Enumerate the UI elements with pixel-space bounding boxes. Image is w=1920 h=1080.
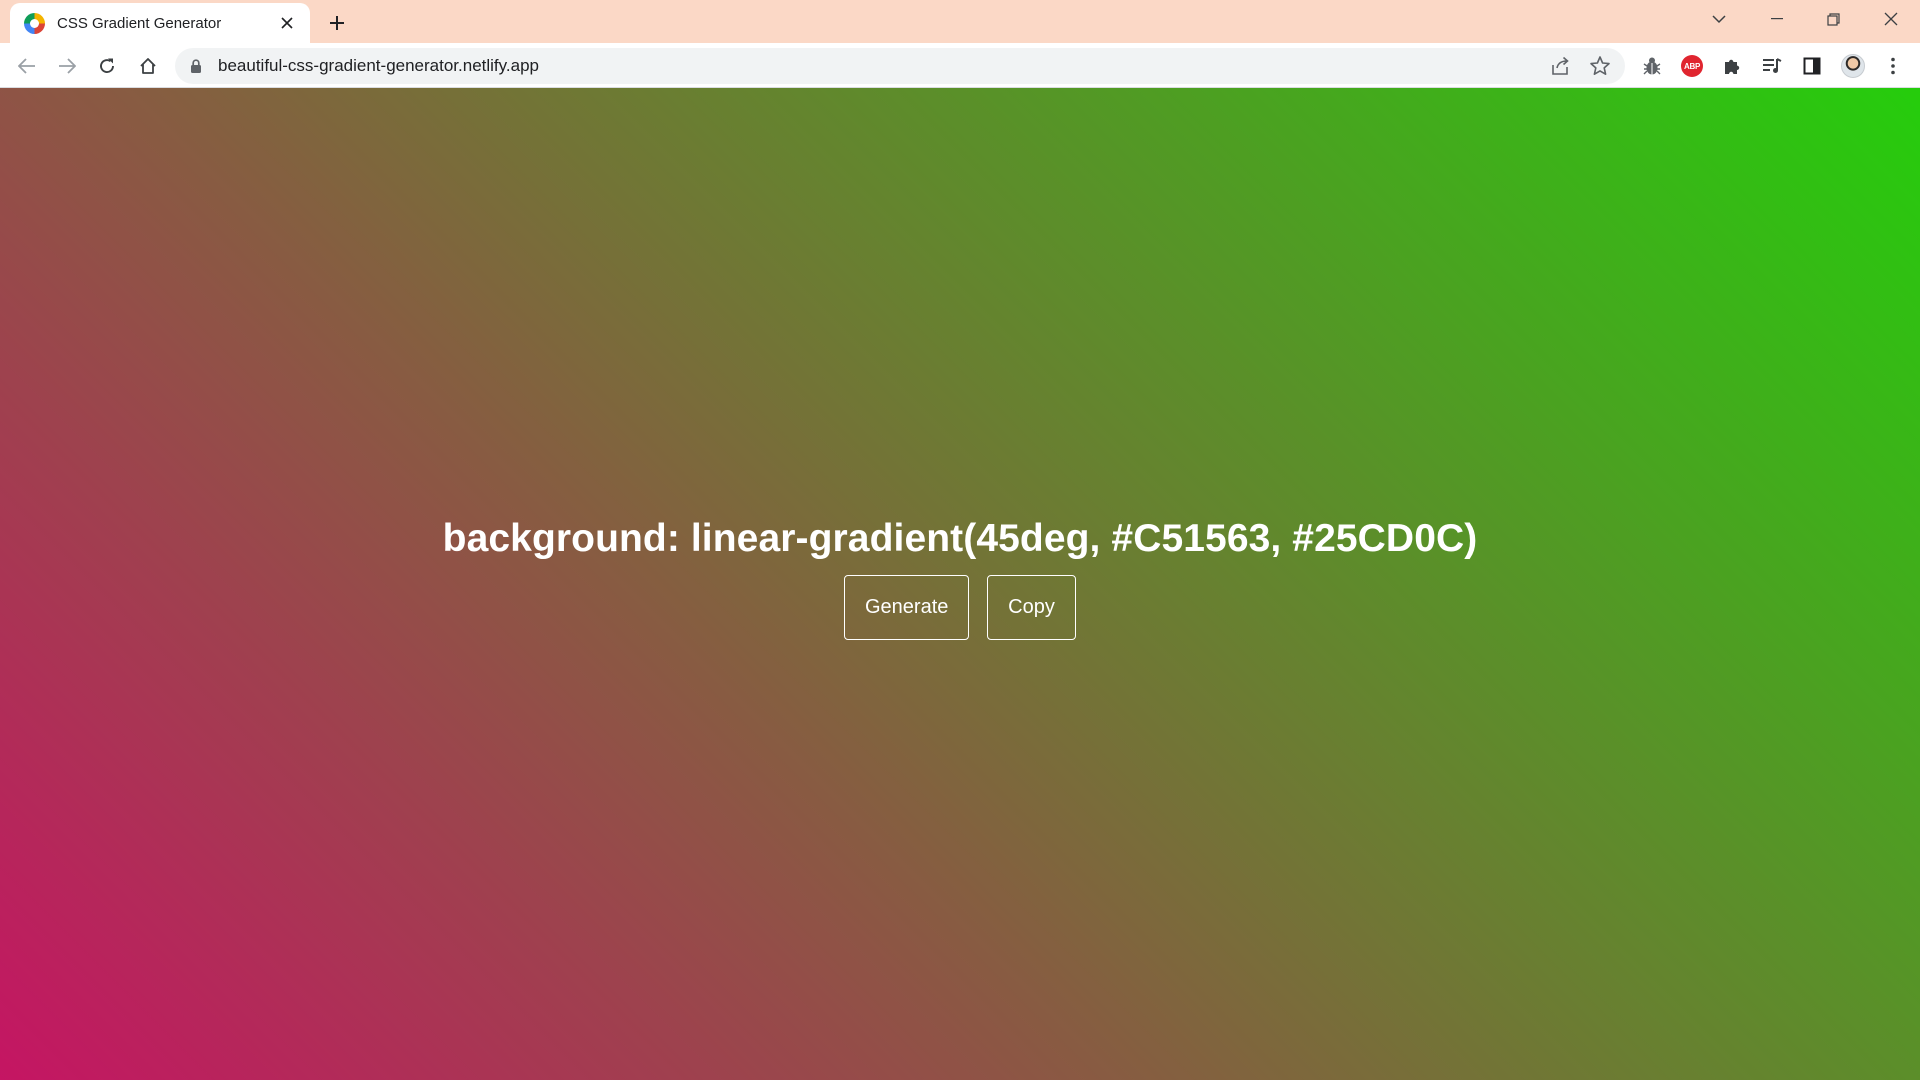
minimize-button[interactable]	[1750, 0, 1804, 38]
gradient-preview: background: linear-gradient(45deg, #C515…	[0, 88, 1920, 1080]
browser-toolbar: beautiful-css-gradient-generator.netlify…	[0, 43, 1920, 88]
more-menu-button[interactable]	[1876, 49, 1910, 83]
back-button[interactable]	[10, 49, 44, 83]
minimize-icon	[1771, 18, 1783, 20]
adblock-plus-icon: ABP	[1681, 55, 1703, 77]
url-text[interactable]: beautiful-css-gradient-generator.netlify…	[218, 48, 539, 84]
close-window-button[interactable]	[1864, 0, 1918, 38]
reading-list-button[interactable]	[1755, 49, 1789, 83]
back-icon	[18, 58, 35, 74]
bug-extension-button[interactable]	[1635, 49, 1669, 83]
extensions-button[interactable]	[1715, 49, 1749, 83]
reload-button[interactable]	[90, 49, 124, 83]
plus-icon	[330, 16, 344, 30]
reload-icon	[100, 58, 114, 73]
star-icon[interactable]	[1589, 55, 1611, 82]
copy-button[interactable]: Copy	[987, 574, 1076, 640]
browser-tab[interactable]: CSS Gradient Generator	[10, 3, 310, 43]
tab-strip: CSS Gradient Generator	[0, 0, 1920, 43]
forward-icon	[59, 58, 76, 74]
css-code-text: background: linear-gradient(45deg, #C515…	[442, 516, 1478, 560]
tab-close-icon[interactable]	[276, 12, 298, 34]
chrome-circle-icon	[24, 12, 45, 34]
action-buttons: Generate Copy	[844, 574, 1076, 640]
forward-button[interactable]	[50, 49, 84, 83]
side-panel-button[interactable]	[1795, 49, 1829, 83]
close-icon	[1884, 12, 1898, 26]
address-bar[interactable]: beautiful-css-gradient-generator.netlify…	[175, 48, 1625, 84]
generate-button[interactable]: Generate	[844, 574, 969, 640]
home-icon	[140, 58, 156, 74]
share-icon[interactable]	[1550, 55, 1572, 82]
new-tab-button[interactable]	[322, 8, 352, 38]
lock-icon[interactable]	[190, 59, 202, 78]
bug-extension-icon	[1643, 57, 1661, 75]
side-panel-icon	[1803, 57, 1821, 75]
reading-list-icon	[1763, 58, 1782, 73]
restore-button[interactable]	[1806, 0, 1860, 38]
adblock-plus-button[interactable]: ABP	[1675, 49, 1709, 83]
more-menu-icon	[1891, 57, 1895, 75]
chevron-down-icon	[1712, 14, 1726, 23]
restore-icon	[1826, 12, 1840, 26]
profile-button[interactable]	[1836, 49, 1870, 83]
extensions-puzzle-icon	[1725, 59, 1740, 74]
profile-avatar	[1841, 54, 1865, 78]
tab-search-button[interactable]	[1692, 0, 1746, 38]
home-button[interactable]	[131, 49, 165, 83]
tab-title: CSS Gradient Generator	[57, 14, 222, 32]
